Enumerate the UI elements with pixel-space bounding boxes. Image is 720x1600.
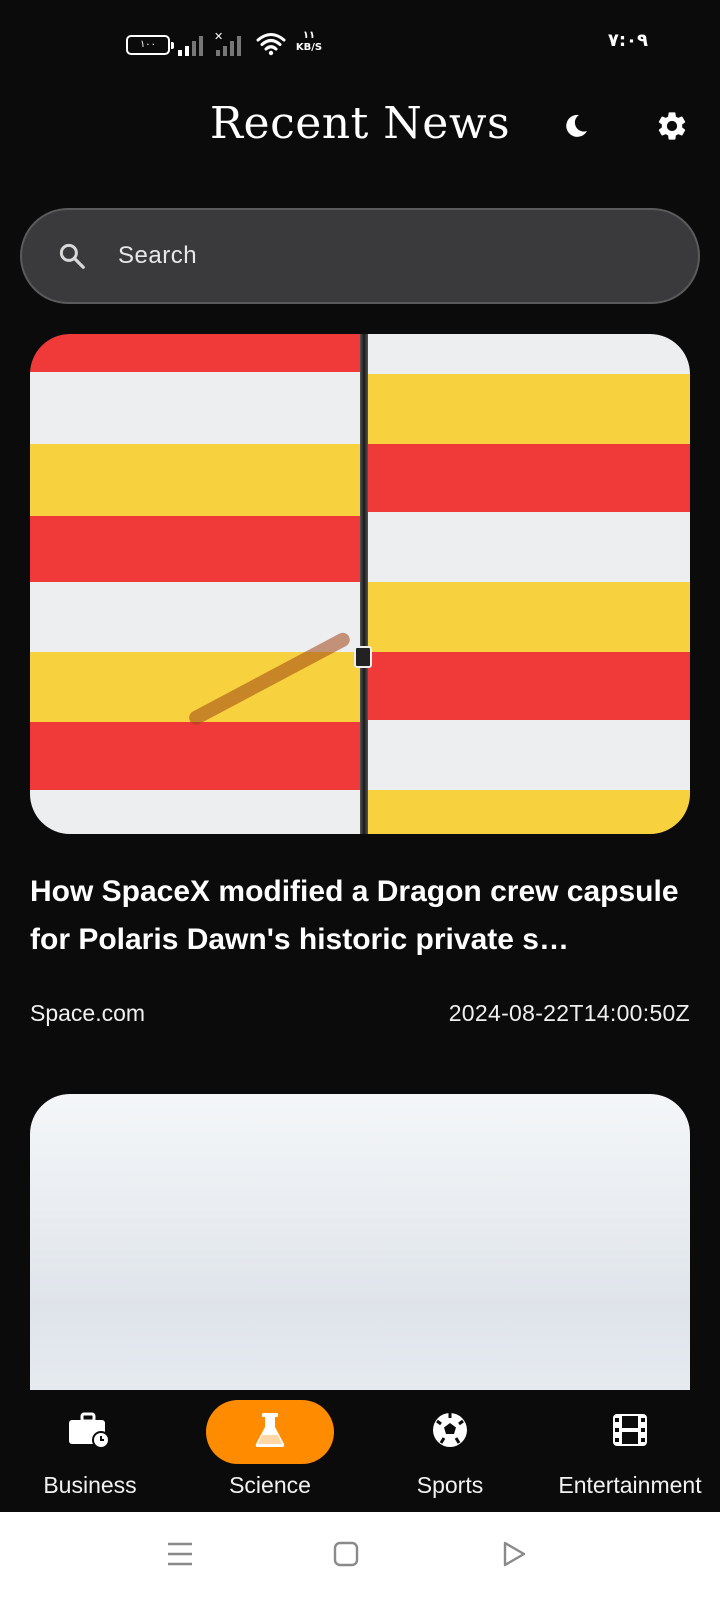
search-icon [52, 236, 92, 276]
back-button[interactable] [490, 1532, 538, 1580]
home-button[interactable] [322, 1532, 370, 1580]
status-bar: ١٠٠ ✕ ١١ KB/S ٧:٠٩ [0, 0, 720, 90]
striped-panel-right [368, 334, 690, 834]
no-signal-icon: ✕ [214, 31, 246, 56]
recent-apps-button[interactable] [156, 1532, 204, 1580]
dark-mode-toggle[interactable] [552, 104, 600, 152]
clock: ٧:٠٩ [607, 30, 648, 51]
signal-strength-icon [178, 34, 208, 56]
nav-entertainment[interactable]: Entertainment [540, 1390, 720, 1512]
article-meta: Space.com 2024-08-22T14:00:50Z [30, 1000, 690, 1030]
gear-icon [655, 109, 689, 148]
nav-pill [566, 1400, 694, 1464]
soccer-ball-icon [431, 1411, 469, 1454]
search-input[interactable] [118, 242, 698, 270]
briefcase-clock-icon [67, 1410, 113, 1455]
no-service-mark-icon: ✕ [214, 31, 224, 43]
nav-active-pill [206, 1400, 334, 1464]
nav-pill [26, 1400, 154, 1464]
network-speed-value: ١١ [302, 30, 316, 41]
network-speed-unit: KB/S [295, 42, 323, 53]
article-image[interactable] [30, 334, 690, 834]
panel-seam [360, 334, 368, 834]
nav-label: Science [229, 1472, 311, 1498]
nav-label: Sports [416, 1472, 484, 1498]
back-icon [500, 1540, 528, 1573]
bottom-navigation: Business Science Sports Entertainment [0, 1390, 720, 1512]
nav-sports[interactable]: Sports [360, 1390, 540, 1512]
striped-panel-left [30, 334, 360, 834]
nav-pill [386, 1400, 514, 1464]
settings-button[interactable] [648, 104, 696, 152]
nav-business[interactable]: Business [0, 1390, 180, 1512]
moon-icon [562, 112, 590, 145]
article-date: 2024-08-22T14:00:50Z [448, 1000, 690, 1026]
clamp [354, 646, 372, 668]
system-navigation-bar [0, 1512, 720, 1600]
news-card[interactable] [30, 1094, 690, 1390]
flask-icon [253, 1411, 287, 1454]
nav-label: Business [43, 1472, 137, 1498]
wifi-icon [256, 32, 286, 56]
battery-level: ١٠٠ [139, 39, 157, 50]
news-feed[interactable]: How SpaceX modified a Dragon crew capsul… [0, 330, 720, 1390]
network-speed: ١١ KB/S [292, 30, 326, 54]
nav-label: Entertainment [558, 1472, 702, 1498]
article-image[interactable] [30, 1094, 690, 1390]
battery-icon: ١٠٠ [126, 35, 174, 55]
home-icon [332, 1540, 360, 1573]
article-title[interactable]: How SpaceX modified a Dragon crew capsul… [30, 868, 690, 964]
nav-science[interactable]: Science [180, 1390, 360, 1512]
news-card[interactable]: How SpaceX modified a Dragon crew capsul… [30, 334, 690, 1030]
menu-icon [166, 1541, 194, 1572]
page-title: Recent News [209, 98, 511, 149]
search-bar[interactable] [20, 208, 700, 304]
article-source: Space.com [30, 1000, 146, 1026]
film-icon [612, 1413, 648, 1452]
